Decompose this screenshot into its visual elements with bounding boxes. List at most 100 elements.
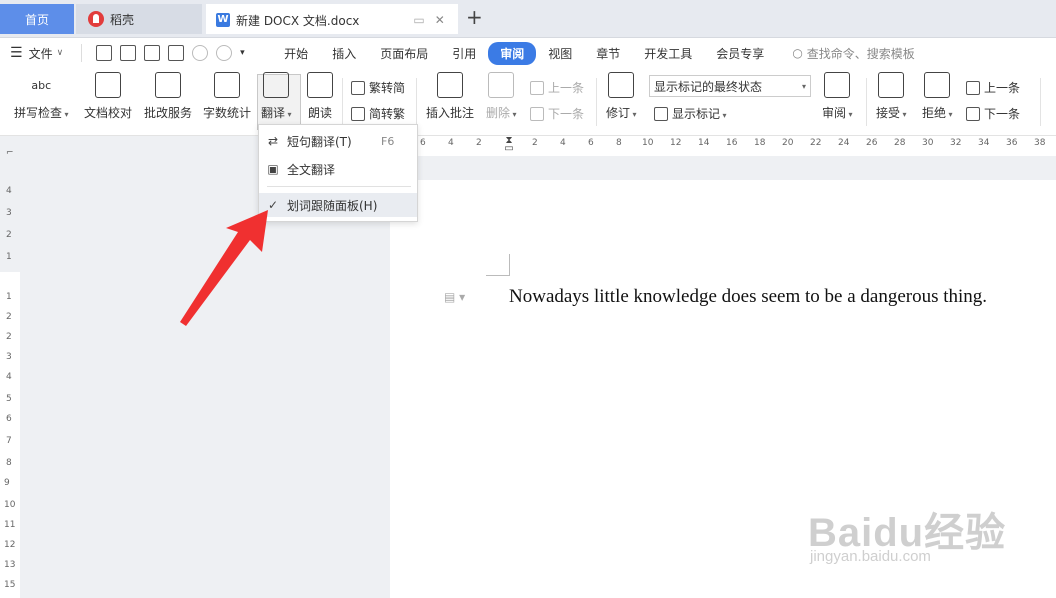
ruler-tick: 32 (950, 138, 962, 148)
export-pdf-icon[interactable] (120, 45, 137, 61)
simp-to-trad-button[interactable]: 简转繁 (351, 105, 405, 122)
ruler-tick: 10 (4, 500, 16, 510)
window-restore-icon[interactable]: ▭ (413, 13, 424, 27)
tab-document-label: 新建 DOCX 文档.docx (236, 13, 360, 28)
review-pane-button[interactable]: 审阅 (822, 72, 853, 121)
word-count-button[interactable]: 字数统计 (203, 72, 251, 121)
prev-change-label: 上一条 (984, 81, 1021, 95)
tab-daoke[interactable]: 稻壳 (76, 4, 202, 34)
tab-developer[interactable]: 开发工具 (632, 42, 704, 65)
accept-button[interactable]: 接受 (876, 72, 907, 121)
menu-item-full-translate[interactable]: ▣ 全文翻译 (259, 157, 417, 181)
tab-section[interactable]: 章节 (584, 42, 632, 65)
chevron-down-icon: ∨ (56, 48, 64, 58)
daoke-logo-icon (88, 11, 104, 27)
trad-to-simp-button[interactable]: 繁转简 (351, 79, 405, 96)
next-comment-label: 下一条 (548, 107, 585, 121)
markup-state-select[interactable]: 显示标记的最终状态 ▾ (649, 75, 811, 97)
ruler-tick: 3 (6, 352, 12, 362)
correction-service-button[interactable]: 批改服务 (144, 72, 192, 121)
next-comment-button[interactable]: 下一条 (530, 105, 584, 122)
ruler-tick: 2 (6, 230, 12, 240)
translate-dropdown-menu: ⇄ 短句翻译(T) F6 ▣ 全文翻译 ✓ 划词跟随面板(H) (258, 124, 418, 222)
ruler-tick: 24 (838, 138, 850, 148)
ruler-tick: 34 (978, 138, 990, 148)
tab-document[interactable]: W 新建 DOCX 文档.docx ▭ ✕ (206, 4, 458, 34)
undo-icon[interactable] (192, 45, 209, 61)
writer-doc-icon: W (216, 13, 230, 27)
document-paragraph[interactable]: Nowadays little knowledge does seem to b… (509, 286, 987, 308)
ruler-tick: 26 (866, 138, 878, 148)
ruler-tick: 10 (642, 138, 654, 148)
ruler-tick: 22 (810, 138, 822, 148)
print-preview-icon[interactable] (168, 45, 185, 61)
menu-item-label: 短句翻译(T) (287, 134, 352, 149)
menu-item-selection-panel[interactable]: ✓ 划词跟随面板(H) (259, 193, 417, 217)
ruler-tick: 8 (6, 458, 12, 468)
tab-bar: 首页 稻壳 W 新建 DOCX 文档.docx ▭ ✕ + (0, 0, 1056, 38)
accept-label: 接受 (876, 104, 907, 121)
read-aloud-label: 朗读 (307, 106, 332, 120)
proofread-label: 文档校对 (84, 106, 133, 120)
tab-references[interactable]: 引用 (440, 42, 488, 65)
menu-item-sentence-translate[interactable]: ⇄ 短句翻译(T) F6 (259, 129, 417, 153)
redo-icon[interactable] (216, 45, 233, 61)
review-pane-icon (824, 72, 851, 98)
hamburger-menu-icon[interactable]: ☰ (10, 45, 23, 61)
new-tab-icon[interactable]: + (466, 7, 483, 27)
translate-button[interactable]: 翻译 (261, 72, 292, 121)
command-search[interactable]: ○ 查找命令、搜索模板 (792, 45, 915, 62)
margin-corner-mark (486, 254, 510, 276)
read-aloud-button[interactable]: 朗读 (307, 72, 333, 121)
ruler-tick: 1 (6, 252, 12, 262)
tab-home[interactable]: 首页 (0, 4, 74, 34)
ruler-tick: 6 (420, 138, 426, 148)
file-menu[interactable]: 文件 ∨ (29, 45, 64, 62)
divider (1040, 78, 1041, 126)
translate-icon (263, 72, 290, 98)
accept-icon (878, 72, 905, 98)
tab-start[interactable]: 开始 (272, 42, 320, 65)
ruler-tick: 15 (4, 580, 16, 590)
track-changes-button[interactable]: 修订 (606, 72, 637, 121)
spellcheck-icon: abc (31, 78, 52, 92)
insert-comment-icon (437, 72, 463, 98)
file-menu-label: 文件 (28, 46, 53, 61)
save-icon[interactable] (96, 45, 113, 61)
ruler-tick: 4 (6, 186, 12, 196)
show-markup-icon (654, 106, 668, 121)
track-changes-label: 修订 (606, 104, 637, 121)
indent-marker[interactable]: ⧗ ▭ (504, 136, 514, 157)
tab-insert[interactable]: 插入 (320, 42, 368, 65)
tab-page-layout[interactable]: 页面布局 (368, 42, 440, 65)
close-tab-icon[interactable]: ✕ (435, 13, 445, 27)
document-translate-icon: ▣ (267, 162, 279, 176)
prev-change-button[interactable]: 上一条 (966, 79, 1020, 96)
reject-icon (924, 72, 951, 98)
delete-comment-button[interactable]: 删除 (486, 72, 517, 121)
tab-view[interactable]: 视图 (536, 42, 584, 65)
proofread-button[interactable]: 文档校对 (84, 72, 132, 121)
menu-item-label: 划词跟随面板(H) (287, 198, 378, 213)
tab-review[interactable]: 审阅 (488, 41, 537, 65)
insert-comment-button[interactable]: 插入批注 (426, 72, 474, 121)
markup-state-value: 显示标记的最终状态 (654, 79, 763, 94)
paragraph-handle-icon[interactable]: ▤ ▾ (444, 290, 465, 304)
customize-toolbar-icon[interactable]: ▾ (240, 45, 256, 61)
reject-button[interactable]: 拒绝 (922, 72, 953, 121)
ruler-tick: 16 (726, 138, 738, 148)
print-icon[interactable] (144, 45, 161, 61)
prev-comment-button[interactable]: 上一条 (530, 79, 584, 96)
ruler-tick: 7 (6, 436, 12, 446)
divider (596, 78, 597, 126)
baidu-watermark: Baidu经验 jingyan.baidu.com (808, 500, 1006, 565)
spellcheck-button[interactable]: abc 拼写检查 (14, 72, 69, 121)
show-markup-button[interactable]: 显示标记 (654, 105, 727, 122)
proofread-icon (95, 72, 121, 98)
shortcut-label: F6 (381, 134, 395, 148)
ruler-tick: 4 (448, 138, 454, 148)
check-icon: ✓ (267, 198, 279, 212)
correction-label: 批改服务 (144, 106, 193, 120)
next-change-button[interactable]: 下一条 (966, 105, 1020, 122)
tab-member[interactable]: 会员专享 (704, 42, 776, 65)
